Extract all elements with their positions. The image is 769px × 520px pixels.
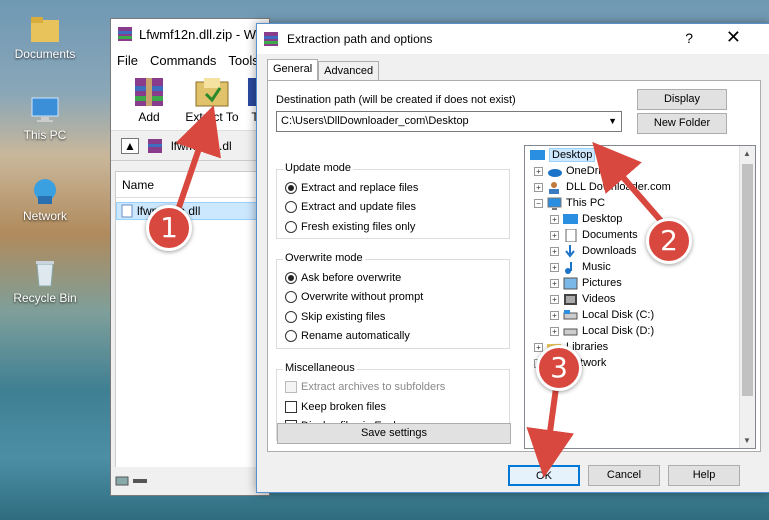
arrow-1 (175, 105, 221, 211)
step-badge-3: 3 (536, 345, 582, 391)
arrow-3 (526, 387, 575, 478)
arrow-2 (592, 141, 665, 224)
step-badge-1: 1 (146, 205, 192, 251)
annotation-arrows (175, 105, 665, 478)
step-badge-2: 2 (646, 218, 692, 264)
